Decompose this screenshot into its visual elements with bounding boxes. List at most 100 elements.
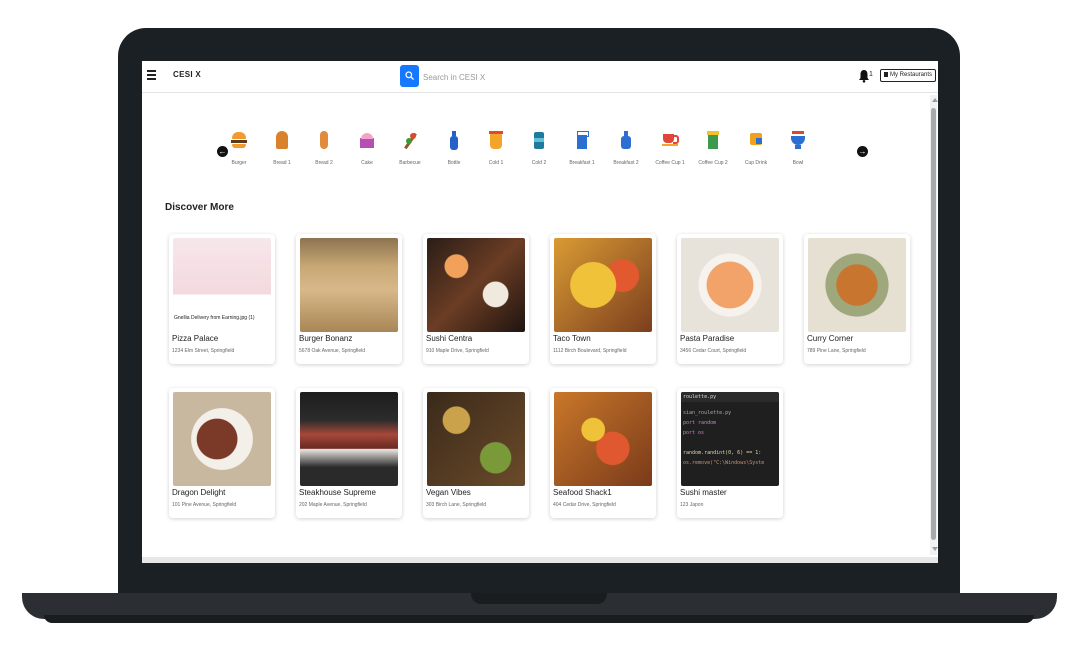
category-item[interactable]: Cold 2 xyxy=(519,130,559,168)
category-item[interactable]: Bowl xyxy=(778,130,818,168)
restaurant-card[interactable]: Burger Bonanz 5678 Oak Avenue, Springfiel… xyxy=(296,234,402,364)
restaurant-name: Pasta Paradise xyxy=(680,334,735,343)
milk-carton-icon xyxy=(573,130,591,150)
bowl-icon xyxy=(789,130,807,150)
category-label: Coffee Cup 2 xyxy=(698,160,728,166)
restaurant-name: Taco Town xyxy=(553,334,591,343)
category-item[interactable]: Coffee Cup 2 xyxy=(693,130,733,168)
category-label: Burger xyxy=(231,160,247,166)
category-item[interactable]: Cup Drink xyxy=(736,130,776,168)
restaurant-address: 303 Birch Lane, Springfield xyxy=(426,502,487,508)
restaurant-card[interactable]: Pasta Paradise 3456 Cedar Court, Springfi… xyxy=(677,234,783,364)
restaurant-card[interactable]: Dragon Delight 101 Pine Avenue, Springfie… xyxy=(169,388,275,518)
category-item[interactable]: Breakfast 2 xyxy=(606,130,646,168)
restaurant-name: Pizza Palace xyxy=(172,334,219,343)
restaurant-card[interactable]: Taco Town 1112 Birch Boulevard, Springfie… xyxy=(550,234,656,364)
restaurant-name: Burger Bonanz xyxy=(299,334,353,343)
code-line: port random xyxy=(683,420,717,426)
burger-icon xyxy=(230,130,248,150)
restaurant-address: 123 Japon xyxy=(680,502,704,508)
restaurant-image: roulette.py sian_roulette.pyport random po… xyxy=(681,392,779,486)
restaurant-address: 910 Maple Drive, Springfield xyxy=(426,348,489,354)
hamburger-menu-icon[interactable] xyxy=(147,70,156,80)
category-item[interactable]: Cake xyxy=(347,130,387,168)
code-line: sian_roulette.py xyxy=(683,410,732,416)
restaurant-image xyxy=(173,392,271,486)
restaurant-address: 202 Maple Avenue, Springfield xyxy=(299,502,367,508)
code-tab: roulette.py xyxy=(681,392,779,402)
code-line: port os xyxy=(683,430,705,436)
search-input[interactable] xyxy=(421,67,605,87)
search-icon xyxy=(405,71,414,80)
category-item[interactable]: Bread 1 xyxy=(262,130,302,168)
bread-icon xyxy=(273,130,291,150)
code-tab-label: roulette.py xyxy=(683,394,717,400)
category-label: Coffee Cup 1 xyxy=(655,160,685,166)
coffee-takeaway-icon xyxy=(704,130,722,150)
restaurant-name: Seafood Shack1 xyxy=(553,488,612,497)
restaurant-card[interactable]: Sushi Centra 910 Maple Drive, Springfield xyxy=(423,234,529,364)
scroll-down-arrow-icon[interactable] xyxy=(932,547,938,551)
category-item[interactable]: Barbecue xyxy=(390,130,430,168)
restaurant-name: Sushi Centra xyxy=(426,334,473,343)
restaurant-image: Gnellia Delivery from Earning.jpg (1) xyxy=(173,238,271,332)
category-label: Bread 1 xyxy=(273,160,291,166)
restaurant-image xyxy=(554,392,652,486)
restaurant-card[interactable]: roulette.py sian_roulette.pyport random po… xyxy=(677,388,783,518)
restaurant-image xyxy=(681,238,779,332)
category-label: Bread 2 xyxy=(315,160,333,166)
restaurant-image xyxy=(808,238,906,332)
scrollbar-thumb[interactable] xyxy=(931,108,936,540)
laptop-notch xyxy=(471,593,607,604)
restaurant-address: 101 Pine Avenue, Springfield xyxy=(172,502,237,508)
restaurant-name: Steakhouse Supreme xyxy=(299,488,376,497)
category-item[interactable]: Burger xyxy=(219,130,259,168)
cup-icon xyxy=(487,130,505,150)
my-restaurants-button[interactable]: My Restaurants xyxy=(880,69,937,82)
brand-logo[interactable]: CESI X xyxy=(173,70,201,79)
restaurant-card[interactable]: Curry Corner 789 Pine Lane, Springfield xyxy=(804,234,910,364)
restaurant-name: Sushi master xyxy=(680,488,727,497)
can-icon xyxy=(530,130,548,150)
store-icon xyxy=(884,72,888,77)
category-item[interactable]: Bread 2 xyxy=(304,130,344,168)
restaurant-name: Dragon Delight xyxy=(172,488,226,497)
restaurant-image xyxy=(300,238,398,332)
milk-bottle-icon xyxy=(617,130,635,150)
category-label: Cold 1 xyxy=(488,160,504,166)
category-item[interactable]: Cold 1 xyxy=(476,130,516,168)
restaurant-card[interactable]: Seafood Shack1 404 Cedar Drive, Springfie… xyxy=(550,388,656,518)
baguette-icon xyxy=(315,130,333,150)
screen-bottom-edge xyxy=(142,557,938,563)
my-restaurants-label: My Restaurants xyxy=(890,72,933,78)
coffee-cup-icon xyxy=(661,130,679,150)
restaurant-address: 1234 Elm Street, Springfield xyxy=(172,348,235,354)
category-label: Bottle xyxy=(447,160,461,166)
restaurant-address: 789 Pine Lane, Springfield xyxy=(807,348,866,354)
restaurant-name: Vegan Vibes xyxy=(426,488,471,497)
code-line: os.remove("C:\Windows\Syste xyxy=(683,460,765,466)
restaurant-card[interactable]: Steakhouse Supreme 202 Maple Avenue, Spri… xyxy=(296,388,402,518)
restaurant-address: 3456 Cedar Court, Springfield xyxy=(680,348,747,354)
code-line: random.randint(0, 6) == 1: xyxy=(683,450,762,456)
scroll-up-arrow-icon[interactable] xyxy=(932,98,938,102)
category-label: Breakfast 1 xyxy=(569,160,595,166)
category-label: Cold 2 xyxy=(531,160,547,166)
notification-count: 1 xyxy=(869,71,873,78)
category-item[interactable]: Bottle xyxy=(434,130,474,168)
category-label: Breakfast 2 xyxy=(613,160,639,166)
category-next-button[interactable]: → xyxy=(857,146,868,157)
restaurant-image xyxy=(427,392,525,486)
category-item[interactable]: Breakfast 1 xyxy=(562,130,602,168)
restaurant-card[interactable]: Vegan Vibes 303 Birch Lane, Springfield xyxy=(423,388,529,518)
restaurant-card[interactable]: Gnellia Delivery from Earning.jpg (1) Piz… xyxy=(169,234,275,364)
category-item[interactable]: Coffee Cup 1 xyxy=(650,130,690,168)
search-button[interactable] xyxy=(400,65,419,87)
restaurant-address: 404 Cedar Drive, Springfield xyxy=(553,502,616,508)
bottle-icon xyxy=(445,130,463,150)
restaurant-address: 1112 Birch Boulevard, Springfield xyxy=(553,348,627,354)
category-label: Bowl xyxy=(792,160,804,166)
skewer-icon xyxy=(401,130,419,150)
category-label: Cake xyxy=(361,160,373,166)
app-screen: CESI X 1 My Restaurants ← → BurgerBread … xyxy=(142,61,938,557)
